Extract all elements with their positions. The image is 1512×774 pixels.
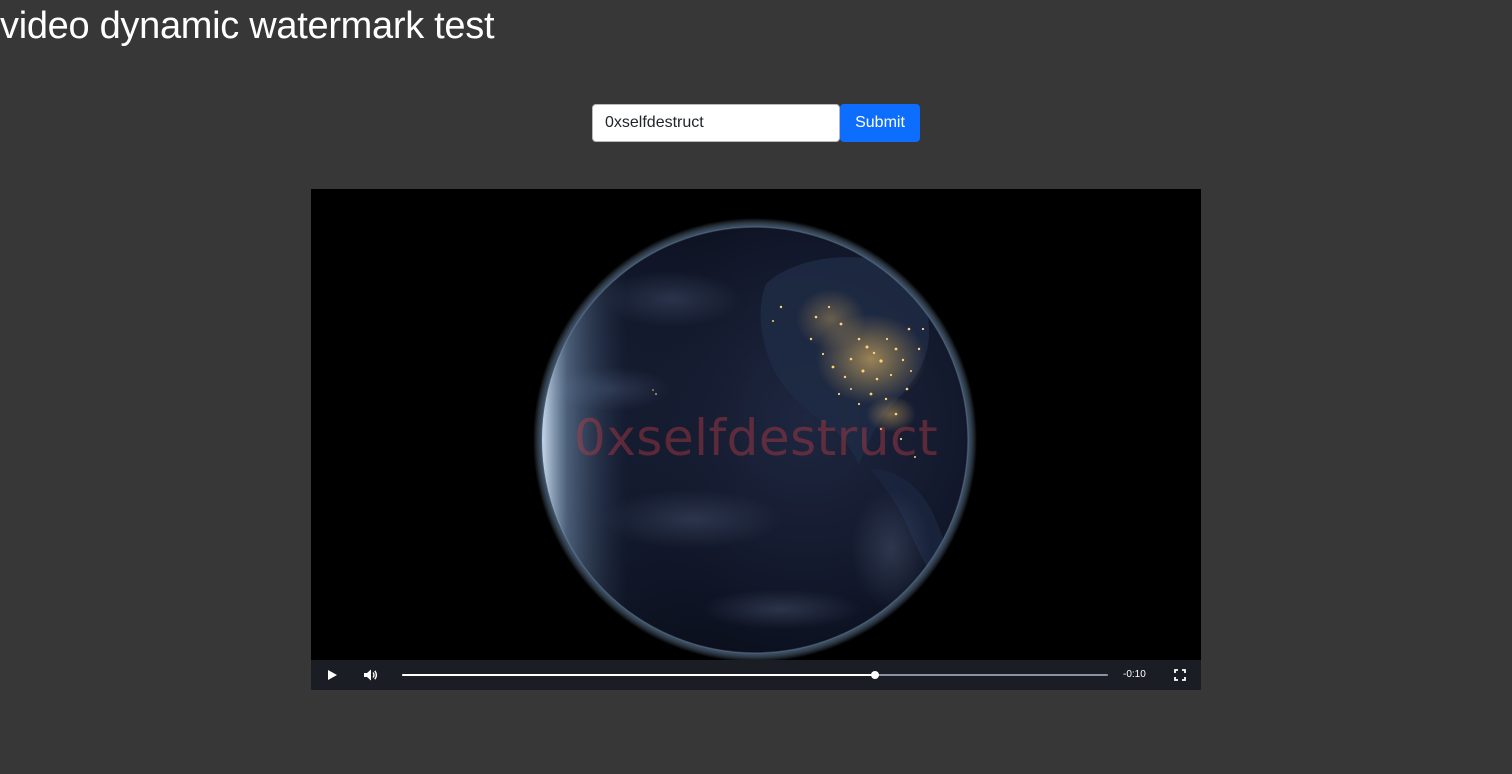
watermark-form: Submit — [592, 104, 920, 142]
video-controls: -0:10 — [311, 660, 1201, 690]
time-remaining: -0:10 — [1123, 669, 1146, 680]
volume-button[interactable] — [356, 660, 386, 690]
seek-progress — [402, 674, 876, 676]
volume-icon — [364, 669, 378, 681]
fullscreen-icon — [1174, 669, 1186, 681]
submit-button[interactable]: Submit — [840, 104, 920, 142]
watermark-text-input[interactable] — [592, 104, 840, 142]
earth-video-image — [533, 218, 977, 660]
play-icon — [328, 670, 337, 680]
video-frame[interactable]: 0xselfdestruct — [311, 189, 1201, 660]
page-title: video dynamic watermark test — [0, 5, 495, 47]
seek-handle[interactable] — [871, 671, 880, 679]
video-player[interactable]: 0xselfdestruct -0:10 — [311, 189, 1201, 690]
play-button[interactable] — [317, 660, 347, 690]
seek-bar[interactable] — [402, 671, 1108, 679]
fullscreen-button[interactable] — [1165, 660, 1195, 690]
